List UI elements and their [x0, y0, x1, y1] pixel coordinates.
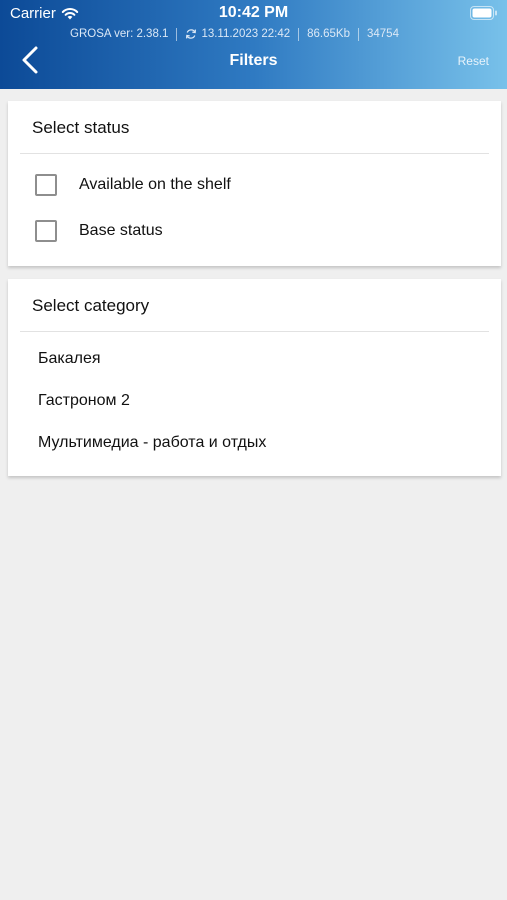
- app-version: GROSA ver: 2.38.1: [70, 28, 169, 40]
- page-title: Filters: [229, 52, 278, 69]
- status-option-base[interactable]: Base status: [35, 217, 163, 245]
- status-section-title: Select status: [32, 118, 130, 137]
- divider: [20, 331, 489, 332]
- app-info-line: GROSA ver: 2.38.1 13.11.2023 22:42 86.65…: [70, 26, 399, 42]
- divider: [20, 153, 489, 154]
- category-section-title: Select category: [32, 296, 150, 315]
- info-separator: [298, 27, 300, 41]
- battery-icon: [470, 6, 497, 20]
- category-filter-card: Select category Бакалея Гастроном 2 Муль…: [8, 279, 501, 476]
- checkbox[interactable]: [35, 220, 57, 242]
- app-header: Carrier 10:42 PM GROSA ver: 2.38.1 13.11…: [0, 0, 507, 89]
- info-separator: [176, 27, 178, 41]
- status-option-available[interactable]: Available on the shelf: [35, 171, 231, 199]
- status-option-label: Base status: [79, 222, 163, 239]
- data-size: 86.65Kb: [307, 28, 350, 40]
- status-time: 10:42 PM: [218, 4, 289, 21]
- reset-button[interactable]: Reset: [458, 54, 489, 68]
- checkbox[interactable]: [35, 174, 57, 196]
- sync-datetime: 13.11.2023 22:42: [201, 28, 291, 40]
- category-item[interactable]: Мультимедиа - работа и отдых: [38, 434, 266, 452]
- category-item[interactable]: Гастроном 2: [38, 392, 130, 410]
- info-separator: [357, 27, 359, 41]
- status-filter-card: Select status Available on the shelf Bas…: [8, 101, 501, 266]
- category-item[interactable]: Бакалея: [38, 350, 101, 368]
- record-count: 34754: [366, 28, 399, 40]
- status-option-label: Available on the shelf: [79, 176, 231, 193]
- sync-icon: [186, 29, 197, 39]
- status-bar: Carrier 10:42 PM: [0, 0, 507, 26]
